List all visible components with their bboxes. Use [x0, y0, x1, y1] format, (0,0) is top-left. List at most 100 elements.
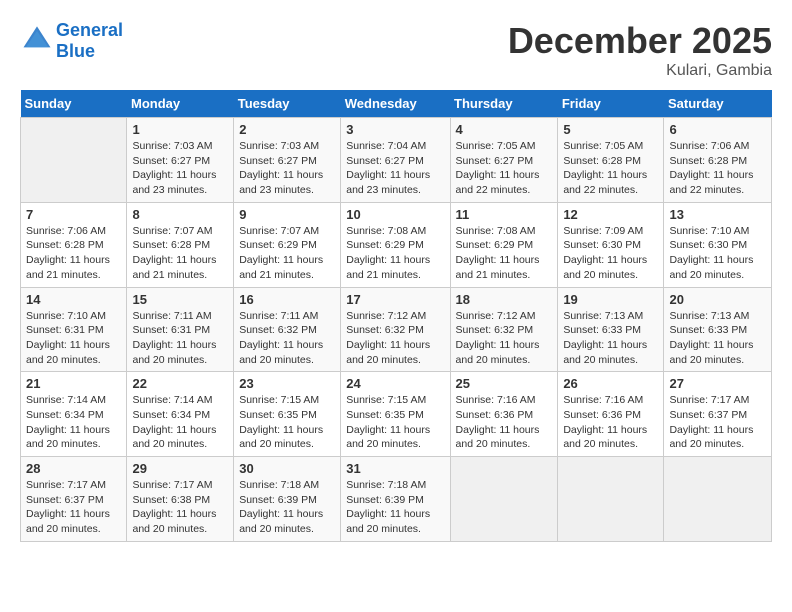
header-monday: Monday: [127, 90, 234, 118]
day-number: 14: [26, 292, 121, 307]
day-number: 7: [26, 207, 121, 222]
header-thursday: Thursday: [450, 90, 558, 118]
day-number: 2: [239, 122, 335, 137]
calendar-subtitle: Kulari, Gambia: [508, 62, 772, 80]
day-number: 19: [563, 292, 658, 307]
calendar-cell: 26 Sunrise: 7:16 AMSunset: 6:36 PMDaylig…: [558, 372, 664, 457]
day-info: Sunrise: 7:15 AMSunset: 6:35 PMDaylight:…: [346, 393, 444, 452]
day-info: Sunrise: 7:16 AMSunset: 6:36 PMDaylight:…: [456, 393, 553, 452]
day-number: 17: [346, 292, 444, 307]
calendar-cell: 5 Sunrise: 7:05 AMSunset: 6:28 PMDayligh…: [558, 118, 664, 203]
calendar-cell: 8 Sunrise: 7:07 AMSunset: 6:28 PMDayligh…: [127, 202, 234, 287]
day-info: Sunrise: 7:07 AMSunset: 6:29 PMDaylight:…: [239, 224, 335, 283]
logo-text: General Blue: [56, 20, 123, 61]
header-wednesday: Wednesday: [341, 90, 450, 118]
calendar-cell: 6 Sunrise: 7:06 AMSunset: 6:28 PMDayligh…: [664, 118, 772, 203]
calendar-cell: 4 Sunrise: 7:05 AMSunset: 6:27 PMDayligh…: [450, 118, 558, 203]
logo: General Blue: [20, 20, 123, 61]
day-info: Sunrise: 7:12 AMSunset: 6:32 PMDaylight:…: [456, 309, 553, 368]
calendar-cell: 11 Sunrise: 7:08 AMSunset: 6:29 PMDaylig…: [450, 202, 558, 287]
day-number: 22: [132, 376, 228, 391]
day-number: 8: [132, 207, 228, 222]
day-info: Sunrise: 7:03 AMSunset: 6:27 PMDaylight:…: [132, 139, 228, 198]
calendar-cell: 21 Sunrise: 7:14 AMSunset: 6:34 PMDaylig…: [21, 372, 127, 457]
week-row-4: 28 Sunrise: 7:17 AMSunset: 6:37 PMDaylig…: [21, 457, 772, 542]
calendar-cell: 25 Sunrise: 7:16 AMSunset: 6:36 PMDaylig…: [450, 372, 558, 457]
day-info: Sunrise: 7:18 AMSunset: 6:39 PMDaylight:…: [346, 478, 444, 537]
header-row: SundayMondayTuesdayWednesdayThursdayFrid…: [21, 90, 772, 118]
day-number: 15: [132, 292, 228, 307]
day-info: Sunrise: 7:08 AMSunset: 6:29 PMDaylight:…: [456, 224, 553, 283]
day-number: 10: [346, 207, 444, 222]
title-block: December 2025 Kulari, Gambia: [508, 20, 772, 80]
calendar-cell: 7 Sunrise: 7:06 AMSunset: 6:28 PMDayligh…: [21, 202, 127, 287]
calendar-cell: 14 Sunrise: 7:10 AMSunset: 6:31 PMDaylig…: [21, 287, 127, 372]
day-number: 18: [456, 292, 553, 307]
day-info: Sunrise: 7:17 AMSunset: 6:37 PMDaylight:…: [669, 393, 766, 452]
day-number: 26: [563, 376, 658, 391]
day-number: 23: [239, 376, 335, 391]
calendar-cell: 10 Sunrise: 7:08 AMSunset: 6:29 PMDaylig…: [341, 202, 450, 287]
header-saturday: Saturday: [664, 90, 772, 118]
calendar-cell: 12 Sunrise: 7:09 AMSunset: 6:30 PMDaylig…: [558, 202, 664, 287]
calendar-cell: 20 Sunrise: 7:13 AMSunset: 6:33 PMDaylig…: [664, 287, 772, 372]
day-number: 11: [456, 207, 553, 222]
day-number: 30: [239, 461, 335, 476]
day-info: Sunrise: 7:14 AMSunset: 6:34 PMDaylight:…: [26, 393, 121, 452]
calendar-cell: 24 Sunrise: 7:15 AMSunset: 6:35 PMDaylig…: [341, 372, 450, 457]
calendar-title: December 2025: [508, 20, 772, 62]
week-row-2: 14 Sunrise: 7:10 AMSunset: 6:31 PMDaylig…: [21, 287, 772, 372]
week-row-3: 21 Sunrise: 7:14 AMSunset: 6:34 PMDaylig…: [21, 372, 772, 457]
day-number: 24: [346, 376, 444, 391]
day-info: Sunrise: 7:15 AMSunset: 6:35 PMDaylight:…: [239, 393, 335, 452]
day-info: Sunrise: 7:12 AMSunset: 6:32 PMDaylight:…: [346, 309, 444, 368]
day-info: Sunrise: 7:05 AMSunset: 6:27 PMDaylight:…: [456, 139, 553, 198]
calendar-cell: 13 Sunrise: 7:10 AMSunset: 6:30 PMDaylig…: [664, 202, 772, 287]
week-row-0: 1 Sunrise: 7:03 AMSunset: 6:27 PMDayligh…: [21, 118, 772, 203]
calendar-cell: [558, 457, 664, 542]
day-number: 31: [346, 461, 444, 476]
day-number: 13: [669, 207, 766, 222]
calendar-cell: 27 Sunrise: 7:17 AMSunset: 6:37 PMDaylig…: [664, 372, 772, 457]
header-friday: Friday: [558, 90, 664, 118]
calendar-table: SundayMondayTuesdayWednesdayThursdayFrid…: [20, 90, 772, 542]
day-info: Sunrise: 7:10 AMSunset: 6:31 PMDaylight:…: [26, 309, 121, 368]
day-info: Sunrise: 7:17 AMSunset: 6:37 PMDaylight:…: [26, 478, 121, 537]
page-header: General Blue December 2025 Kulari, Gambi…: [20, 20, 772, 80]
header-sunday: Sunday: [21, 90, 127, 118]
calendar-cell: 19 Sunrise: 7:13 AMSunset: 6:33 PMDaylig…: [558, 287, 664, 372]
day-info: Sunrise: 7:14 AMSunset: 6:34 PMDaylight:…: [132, 393, 228, 452]
calendar-cell: 28 Sunrise: 7:17 AMSunset: 6:37 PMDaylig…: [21, 457, 127, 542]
day-number: 4: [456, 122, 553, 137]
day-info: Sunrise: 7:18 AMSunset: 6:39 PMDaylight:…: [239, 478, 335, 537]
day-number: 20: [669, 292, 766, 307]
day-info: Sunrise: 7:13 AMSunset: 6:33 PMDaylight:…: [563, 309, 658, 368]
calendar-cell: 15 Sunrise: 7:11 AMSunset: 6:31 PMDaylig…: [127, 287, 234, 372]
logo-icon: [22, 23, 52, 53]
calendar-cell: 29 Sunrise: 7:17 AMSunset: 6:38 PMDaylig…: [127, 457, 234, 542]
calendar-cell: 16 Sunrise: 7:11 AMSunset: 6:32 PMDaylig…: [234, 287, 341, 372]
day-number: 5: [563, 122, 658, 137]
day-number: 25: [456, 376, 553, 391]
day-info: Sunrise: 7:08 AMSunset: 6:29 PMDaylight:…: [346, 224, 444, 283]
header-tuesday: Tuesday: [234, 90, 341, 118]
calendar-cell: 2 Sunrise: 7:03 AMSunset: 6:27 PMDayligh…: [234, 118, 341, 203]
calendar-cell: 30 Sunrise: 7:18 AMSunset: 6:39 PMDaylig…: [234, 457, 341, 542]
calendar-cell: 23 Sunrise: 7:15 AMSunset: 6:35 PMDaylig…: [234, 372, 341, 457]
calendar-cell: 18 Sunrise: 7:12 AMSunset: 6:32 PMDaylig…: [450, 287, 558, 372]
calendar-cell: 9 Sunrise: 7:07 AMSunset: 6:29 PMDayligh…: [234, 202, 341, 287]
day-info: Sunrise: 7:06 AMSunset: 6:28 PMDaylight:…: [26, 224, 121, 283]
calendar-cell: 1 Sunrise: 7:03 AMSunset: 6:27 PMDayligh…: [127, 118, 234, 203]
day-number: 3: [346, 122, 444, 137]
day-number: 21: [26, 376, 121, 391]
day-info: Sunrise: 7:11 AMSunset: 6:31 PMDaylight:…: [132, 309, 228, 368]
calendar-cell: 31 Sunrise: 7:18 AMSunset: 6:39 PMDaylig…: [341, 457, 450, 542]
day-info: Sunrise: 7:07 AMSunset: 6:28 PMDaylight:…: [132, 224, 228, 283]
day-number: 9: [239, 207, 335, 222]
calendar-cell: 17 Sunrise: 7:12 AMSunset: 6:32 PMDaylig…: [341, 287, 450, 372]
day-info: Sunrise: 7:06 AMSunset: 6:28 PMDaylight:…: [669, 139, 766, 198]
week-row-1: 7 Sunrise: 7:06 AMSunset: 6:28 PMDayligh…: [21, 202, 772, 287]
day-number: 27: [669, 376, 766, 391]
day-info: Sunrise: 7:09 AMSunset: 6:30 PMDaylight:…: [563, 224, 658, 283]
day-info: Sunrise: 7:17 AMSunset: 6:38 PMDaylight:…: [132, 478, 228, 537]
